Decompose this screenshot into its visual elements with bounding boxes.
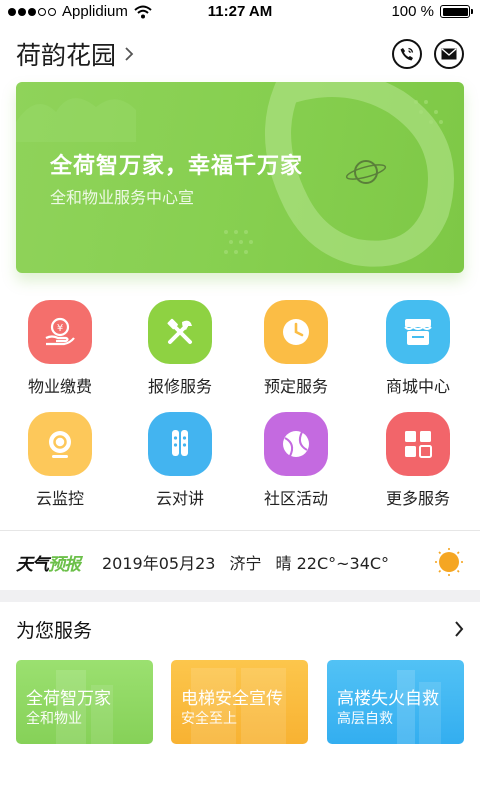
service-label: 云监控	[35, 489, 84, 508]
weather-logo: 天气预报	[16, 550, 81, 575]
chevron-right-icon[interactable]	[454, 620, 464, 642]
weather-city: 济宁	[229, 554, 262, 573]
grid-icon	[386, 412, 450, 476]
divider	[0, 530, 480, 531]
service-label: 商城中心	[385, 377, 450, 396]
header-actions	[392, 39, 464, 69]
section-separator	[0, 590, 480, 602]
service-booking[interactable]: 预定服务	[236, 300, 356, 397]
intercom-icon	[148, 412, 212, 476]
service-payment[interactable]: ¥ 物业缴费	[0, 300, 120, 397]
weather-temperature: 22C°~34C°	[296, 554, 390, 573]
card-subtitle: 全和物业	[26, 711, 82, 727]
battery-group: 100 %	[391, 3, 473, 20]
clock-icon	[264, 300, 328, 364]
service-label: 物业缴费	[27, 377, 92, 396]
weather-date: 2019年05月23	[102, 554, 216, 573]
service-label: 云对讲	[155, 489, 204, 508]
repair-tools-icon	[148, 300, 212, 364]
weather-condition-temp: 晴 22C°~34C°	[275, 550, 389, 574]
weather-logo-part1: 天气	[16, 554, 49, 575]
weather-info: 2019年05月23 济宁 晴 22C°~34C°	[102, 550, 389, 574]
for-you-card[interactable]: 高楼失火自救 高层自救	[327, 660, 464, 744]
phone-icon[interactable]	[392, 39, 422, 69]
service-label: 社区活动	[263, 489, 328, 508]
header-bar: 荷韵花园	[16, 34, 464, 74]
card-title: 全荷智万家	[26, 689, 111, 709]
status-bar: Applidium 11:27 AM 100 %	[0, 0, 480, 24]
service-more[interactable]: 更多服务	[358, 412, 478, 509]
service-mall[interactable]: 商城中心	[358, 300, 478, 397]
for-you-card[interactable]: 全荷智万家 全和物业	[16, 660, 153, 744]
card-subtitle: 高层自救	[337, 711, 393, 727]
for-you-card[interactable]: 电梯安全宣传 安全至上	[171, 660, 308, 744]
service-label: 预定服务	[263, 377, 328, 396]
service-monitor[interactable]: 云监控	[0, 412, 120, 509]
weather-condition: 晴	[275, 554, 292, 573]
card-title: 电梯安全宣传	[181, 689, 283, 709]
weather-bar[interactable]: 天气预报 2019年05月23 济宁 晴 22C°~34C°	[16, 540, 464, 584]
service-label: 更多服务	[385, 489, 450, 508]
service-activities[interactable]: 社区活动	[236, 412, 356, 509]
for-you-title: 为您服务	[16, 620, 93, 642]
mail-icon[interactable]	[434, 39, 464, 69]
chevron-right-icon[interactable]	[124, 46, 134, 62]
sun-icon	[435, 548, 463, 576]
payment-icon: ¥	[28, 300, 92, 364]
promo-banner[interactable]: 全荷智万家，幸福千万家 全和物业服务中心宣	[16, 82, 464, 273]
weather-logo-part2: 预报	[48, 554, 81, 575]
camera-icon	[28, 412, 92, 476]
service-repair[interactable]: 报修服务	[120, 300, 240, 397]
banner-subtitle: 全和物业服务中心宣	[50, 188, 195, 207]
svg-text:¥: ¥	[57, 323, 63, 334]
ball-icon	[264, 412, 328, 476]
card-title: 高楼失火自救	[337, 689, 439, 709]
community-name[interactable]: 荷韵花园	[16, 36, 116, 72]
store-icon	[386, 300, 450, 364]
card-subtitle: 安全至上	[181, 711, 237, 727]
banner-title: 全荷智万家，幸福千万家	[50, 154, 304, 179]
service-label: 报修服务	[147, 377, 212, 396]
battery-percent: 100 %	[391, 3, 434, 20]
service-intercom[interactable]: 云对讲	[120, 412, 240, 509]
battery-icon	[440, 5, 473, 18]
